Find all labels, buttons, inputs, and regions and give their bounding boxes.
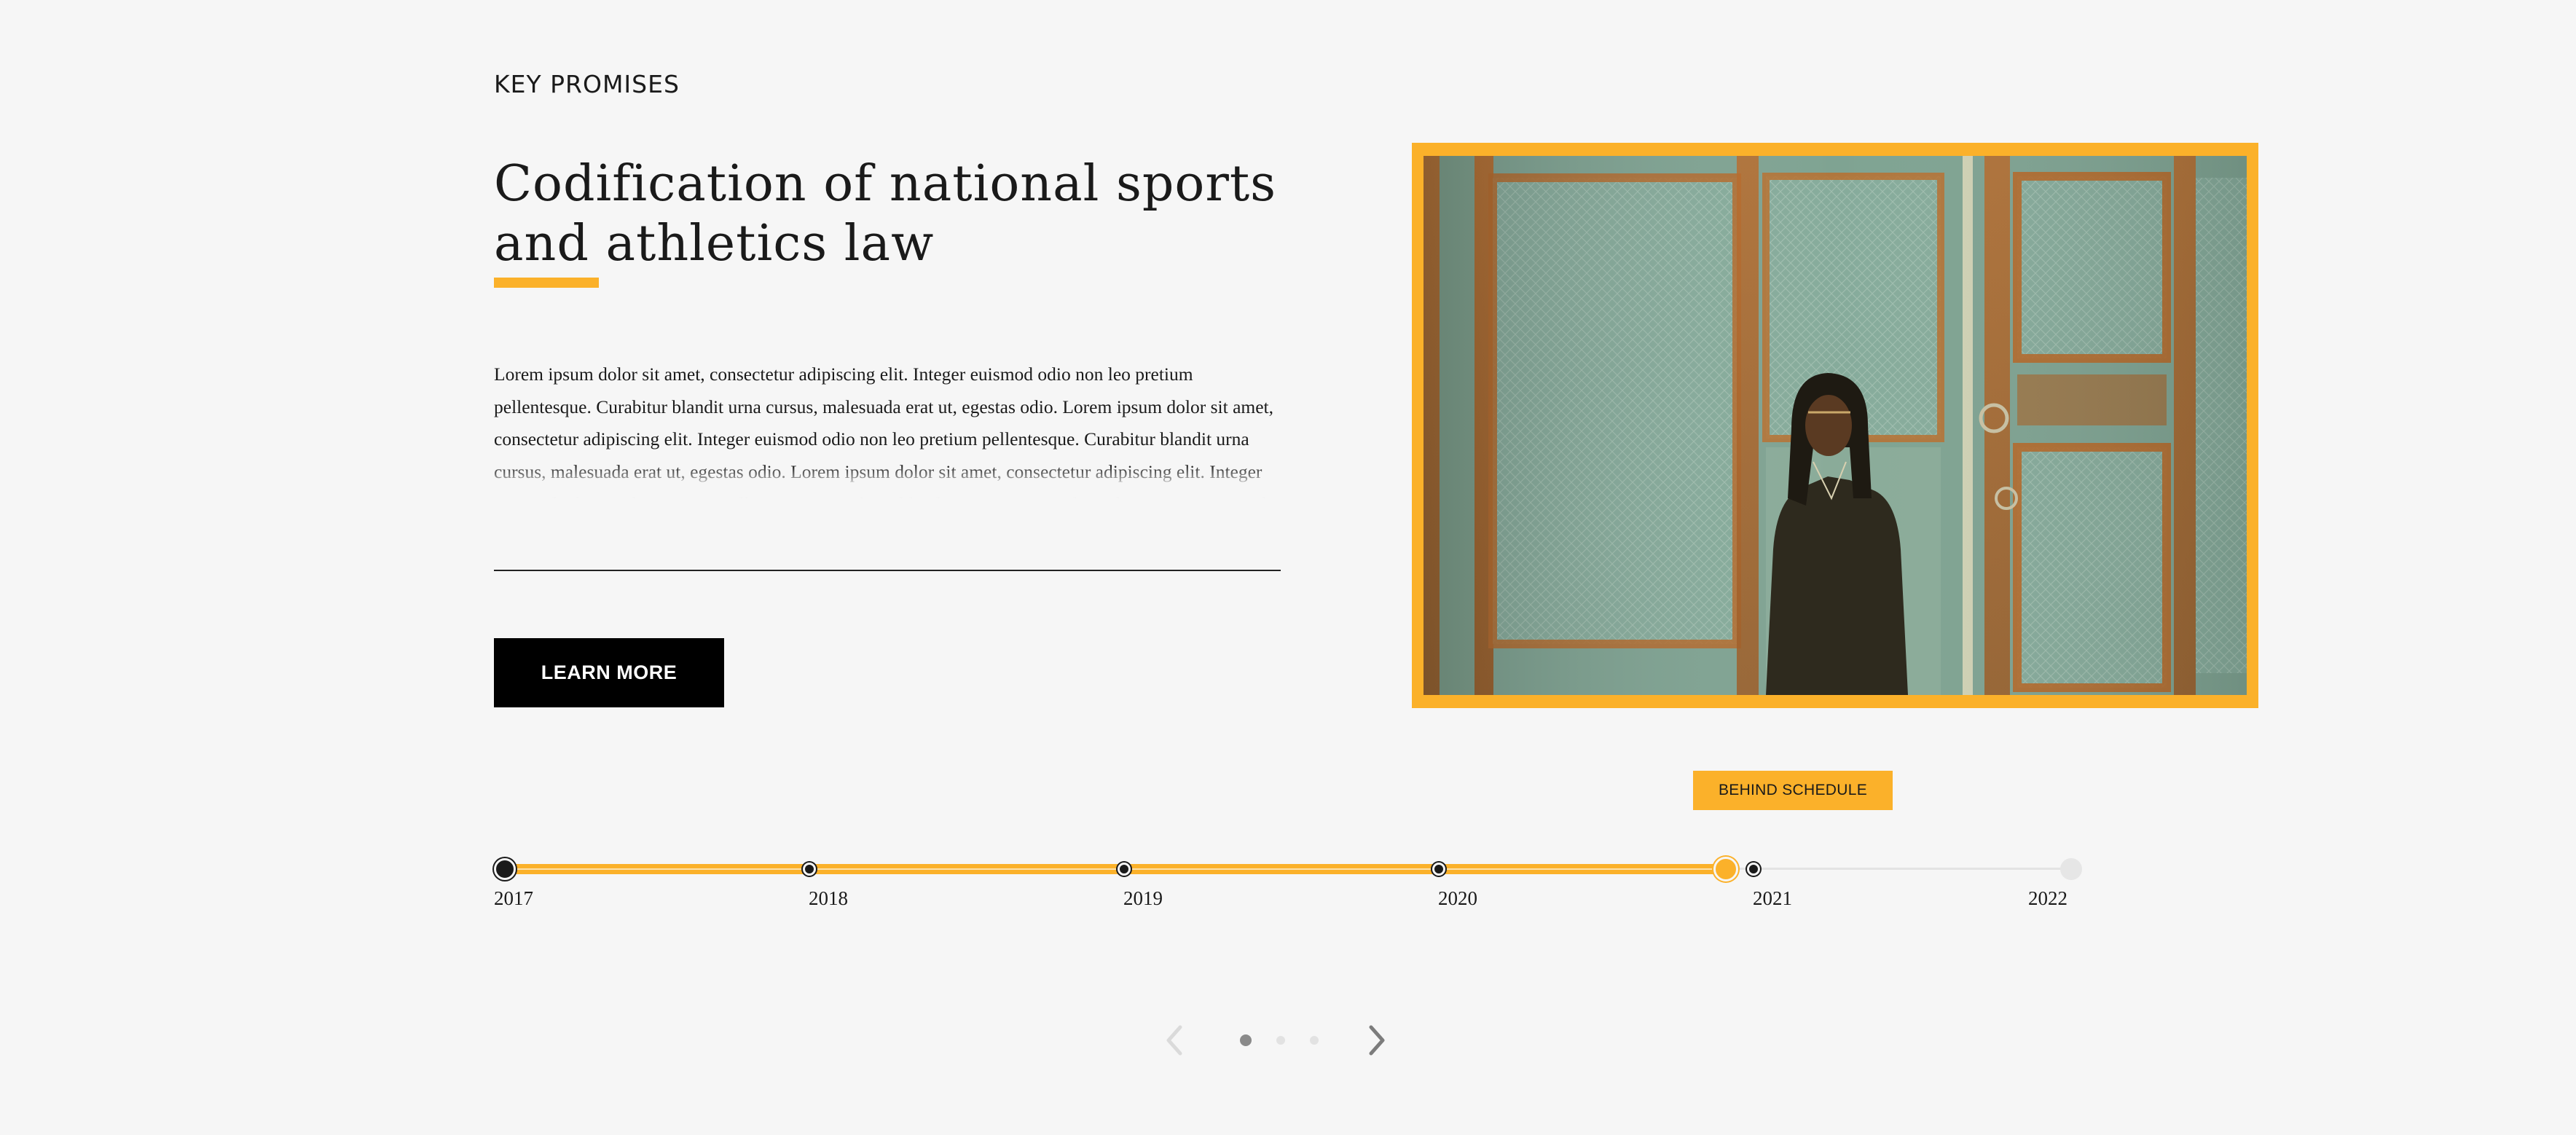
timeline-end-marker xyxy=(2060,858,2082,880)
pager-dot-3[interactable] xyxy=(1310,1036,1319,1045)
progress-timeline: 2017 2018 2019 2020 2021 2022 xyxy=(494,851,2082,916)
content-divider xyxy=(494,570,1281,571)
timeline-year-2021: 2021 xyxy=(1753,887,1792,909)
timeline-marker-2018 xyxy=(803,863,816,876)
timeline-year-2018: 2018 xyxy=(809,887,848,909)
prev-slide-button[interactable] xyxy=(1158,1020,1190,1061)
timeline-year-2019: 2019 xyxy=(1123,887,1163,909)
section-eyebrow: KEY PROMISES xyxy=(494,70,680,98)
learn-more-button[interactable]: LEARN MORE xyxy=(494,638,724,707)
timeline-year-2017: 2017 xyxy=(494,887,533,909)
pager-dot-1[interactable] xyxy=(1240,1034,1252,1046)
chevron-left-icon xyxy=(1166,1025,1182,1056)
timeline-current-marker xyxy=(1713,857,1738,881)
timeline-marker-2019 xyxy=(1118,863,1131,876)
promise-image-frame xyxy=(1412,143,2258,708)
timeline-year-2022: 2022 xyxy=(2028,887,2068,909)
promise-description: Lorem ipsum dolor sit amet, consectetur … xyxy=(494,364,1285,498)
next-slide-button[interactable] xyxy=(1361,1020,1393,1061)
timeline-year-2020: 2020 xyxy=(1438,887,1477,909)
status-badge: BEHIND SCHEDULE xyxy=(1693,771,1893,810)
timeline-marker-2021 xyxy=(1747,863,1760,876)
timeline-marker-2020 xyxy=(1432,863,1445,876)
title-accent-bar xyxy=(494,278,599,288)
chevron-right-icon xyxy=(1369,1025,1385,1056)
carousel-pager xyxy=(1158,1020,1399,1061)
pager-dot-2[interactable] xyxy=(1276,1036,1285,1045)
timeline-start-marker xyxy=(494,858,516,880)
promise-photo xyxy=(1424,156,2247,695)
timeline-progress-fill xyxy=(504,864,1726,874)
promise-title: Codification of national sports and athl… xyxy=(494,155,1277,272)
